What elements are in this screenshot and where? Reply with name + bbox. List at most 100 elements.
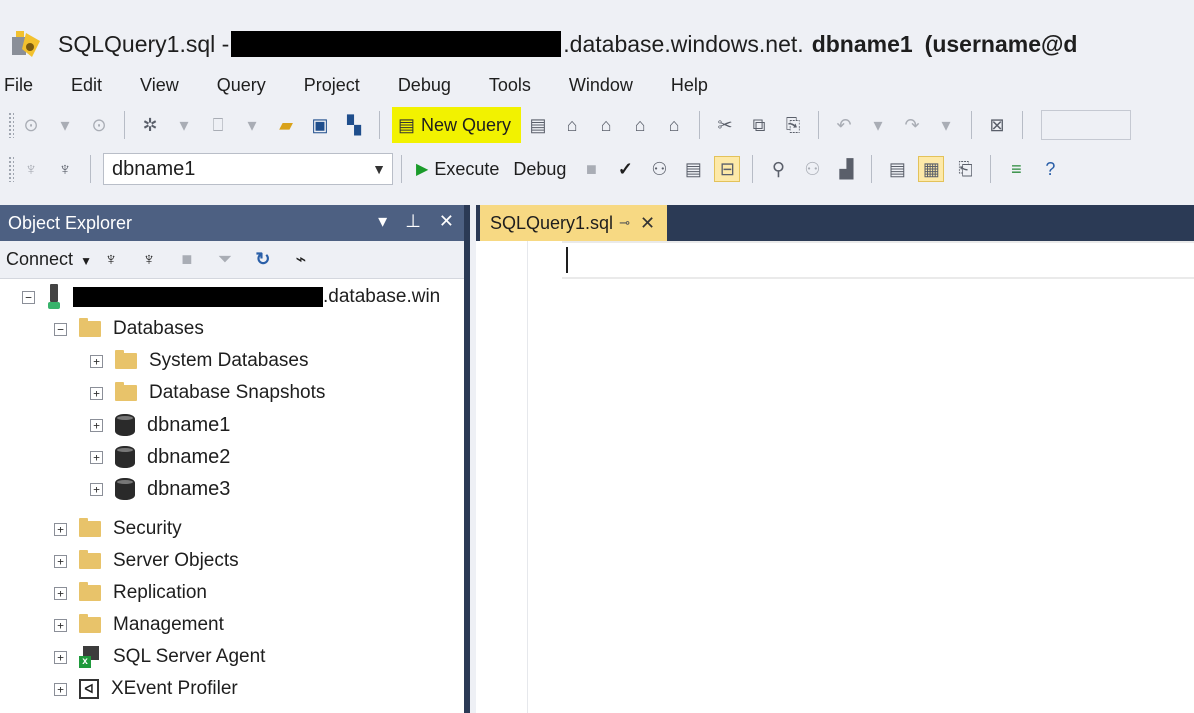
stop-icon[interactable]: ■ <box>174 247 200 273</box>
results-to-text-icon[interactable]: ▤ <box>884 156 910 182</box>
dropdown-arrow-icon[interactable]: ▾ <box>933 112 959 138</box>
debug-button[interactable]: Debug <box>513 159 566 180</box>
tab-sqlquery1[interactable]: SQLQuery1.sql ⊸ ✕ <box>480 205 668 241</box>
expand-icon[interactable]: + <box>54 618 67 632</box>
find-box[interactable] <box>1041 110 1132 140</box>
redo-icon[interactable]: ↷ <box>899 112 925 138</box>
expand-icon[interactable]: + <box>90 386 103 400</box>
analysis-dmx-query-icon[interactable]: ⌂ <box>593 112 619 138</box>
add-item-icon[interactable]: ⎕ <box>205 112 231 138</box>
tree-node-xevent-profiler[interactable]: + ᐊ XEvent Profiler <box>54 675 238 703</box>
tree-node-system-databases[interactable]: + System Databases <box>90 347 308 375</box>
disconnect-icon[interactable]: ♆ <box>136 247 162 273</box>
toolbar-grip[interactable] <box>8 112 14 138</box>
separator <box>401 155 402 183</box>
expand-icon[interactable]: + <box>90 482 103 496</box>
menu-file[interactable]: File <box>4 75 33 96</box>
expand-icon[interactable]: + <box>54 682 67 696</box>
menu-debug[interactable]: Debug <box>398 75 451 96</box>
collapse-icon[interactable]: − <box>22 290 35 304</box>
save-all-icon[interactable]: ▚ <box>341 112 367 138</box>
analysis-dax-query-icon[interactable]: ⌂ <box>661 112 687 138</box>
menu-edit[interactable]: Edit <box>71 75 102 96</box>
expand-icon[interactable]: + <box>54 586 67 600</box>
query-options-icon[interactable]: ▤ <box>680 156 706 182</box>
tree-node-database[interactable]: + dbname1 <box>90 411 230 439</box>
menu-project[interactable]: Project <box>304 75 360 96</box>
new-project-icon[interactable]: ✲ <box>137 112 163 138</box>
activity-pulse-icon[interactable]: ⌁ <box>288 247 314 273</box>
tree-node-security[interactable]: + Security <box>54 515 182 543</box>
results-to-file-icon[interactable]: ⎗ <box>952 156 978 182</box>
close-icon[interactable]: ✕ <box>640 213 655 234</box>
results-to-grid-icon[interactable]: ▦ <box>918 156 945 182</box>
dropdown-arrow-icon[interactable]: ▾ <box>239 112 265 138</box>
expand-icon[interactable]: + <box>90 450 103 464</box>
analysis-mdx-query-icon[interactable]: ⌂ <box>559 112 585 138</box>
uncomment-lines-icon[interactable]: ? <box>1037 156 1063 182</box>
change-connection-icon[interactable]: ♆ <box>52 156 78 182</box>
connect-dropdown[interactable]: Connect ▼ <box>6 249 92 270</box>
title-bar: SQLQuery1.sql - .database.windows.net. d… <box>0 20 1194 68</box>
dropdown-arrow-icon[interactable]: ▾ <box>171 112 197 138</box>
menu-query[interactable]: Query <box>217 75 266 96</box>
object-explorer-header: Object Explorer ▾ ⊥ ✕ <box>0 205 464 241</box>
execute-button[interactable]: ▶ Execute <box>416 159 499 180</box>
expand-icon[interactable]: + <box>54 522 67 536</box>
menu-view[interactable]: View <box>140 75 179 96</box>
tree-node-database[interactable]: + dbname3 <box>90 475 230 503</box>
tree-node-server-objects[interactable]: + Server Objects <box>54 547 239 575</box>
back-icon[interactable]: ⊙ <box>18 112 44 138</box>
estimated-plan-icon[interactable]: ⚇ <box>646 156 672 182</box>
copy-icon[interactable]: ⧉ <box>746 112 772 138</box>
expand-icon[interactable]: + <box>54 554 67 568</box>
current-line-highlight <box>562 241 1194 279</box>
tree-node-label: System Databases <box>149 350 309 371</box>
filter-icon[interactable]: ⏷ <box>212 247 238 273</box>
client-statistics-icon[interactable]: ▟ <box>833 156 859 182</box>
actual-plan-icon[interactable]: ⚲ <box>765 156 791 182</box>
refresh-icon[interactable]: ↻ <box>250 247 276 273</box>
menu-help[interactable]: Help <box>671 75 708 96</box>
pin-icon[interactable]: ⊸ <box>619 215 630 231</box>
menu-window[interactable]: Window <box>569 75 633 96</box>
dropdown-arrow-icon[interactable]: ▾ <box>865 112 891 138</box>
live-stats-icon[interactable]: ⚇ <box>799 156 825 182</box>
tree-node-databases[interactable]: − Databases <box>54 315 204 343</box>
available-databases-select[interactable]: dbname1 ▼ <box>103 153 393 185</box>
tree-node-management[interactable]: + Management <box>54 611 224 639</box>
text-cursor[interactable] <box>566 247 568 273</box>
parse-checkmark-icon[interactable]: ✓ <box>612 156 638 182</box>
pin-icon[interactable]: ⊥ <box>405 211 421 232</box>
expand-icon[interactable]: + <box>90 418 103 432</box>
toolbar-grip[interactable] <box>8 156 14 182</box>
save-icon[interactable]: ▣ <box>307 112 333 138</box>
new-query-button[interactable]: ▤ New Query <box>392 107 522 143</box>
window-position-icon[interactable]: ▾ <box>378 211 387 232</box>
cut-icon[interactable]: ✂ <box>712 112 738 138</box>
comment-lines-icon[interactable]: ≡ <box>1003 156 1029 182</box>
tree-node-sql-server-agent[interactable]: + SQL Server Agent <box>54 643 265 671</box>
activity-monitor-icon[interactable]: ⊠ <box>984 112 1010 138</box>
paste-icon[interactable]: ⎘ <box>780 112 806 138</box>
open-folder-icon[interactable]: ▰ <box>273 112 299 138</box>
stop-icon[interactable]: ■ <box>578 156 604 182</box>
connect-icon[interactable]: ♆ <box>18 156 44 182</box>
expand-icon[interactable]: + <box>54 650 67 664</box>
tree-node-replication[interactable]: + Replication <box>54 579 207 607</box>
analysis-xmla-query-icon[interactable]: ⌂ <box>627 112 653 138</box>
dropdown-arrow-icon[interactable]: ▾ <box>52 112 78 138</box>
tree-node-database[interactable]: + dbname2 <box>90 443 230 471</box>
tree-node-database-snapshots[interactable]: + Database Snapshots <box>90 379 325 407</box>
folder-icon <box>79 614 101 633</box>
collapse-icon[interactable]: − <box>54 322 67 336</box>
connect-plug-icon[interactable]: ♆ <box>98 247 124 273</box>
undo-icon[interactable]: ↶ <box>831 112 857 138</box>
database-engine-query-icon[interactable]: ▤ <box>525 112 551 138</box>
menu-tools[interactable]: Tools <box>489 75 531 96</box>
close-icon[interactable]: ✕ <box>439 211 454 232</box>
tree-node-server[interactable]: − .database.win <box>22 283 440 311</box>
intellisense-toggle-icon[interactable]: ⊟ <box>714 156 741 182</box>
expand-icon[interactable]: + <box>90 354 103 368</box>
forward-icon[interactable]: ⊙ <box>86 112 112 138</box>
